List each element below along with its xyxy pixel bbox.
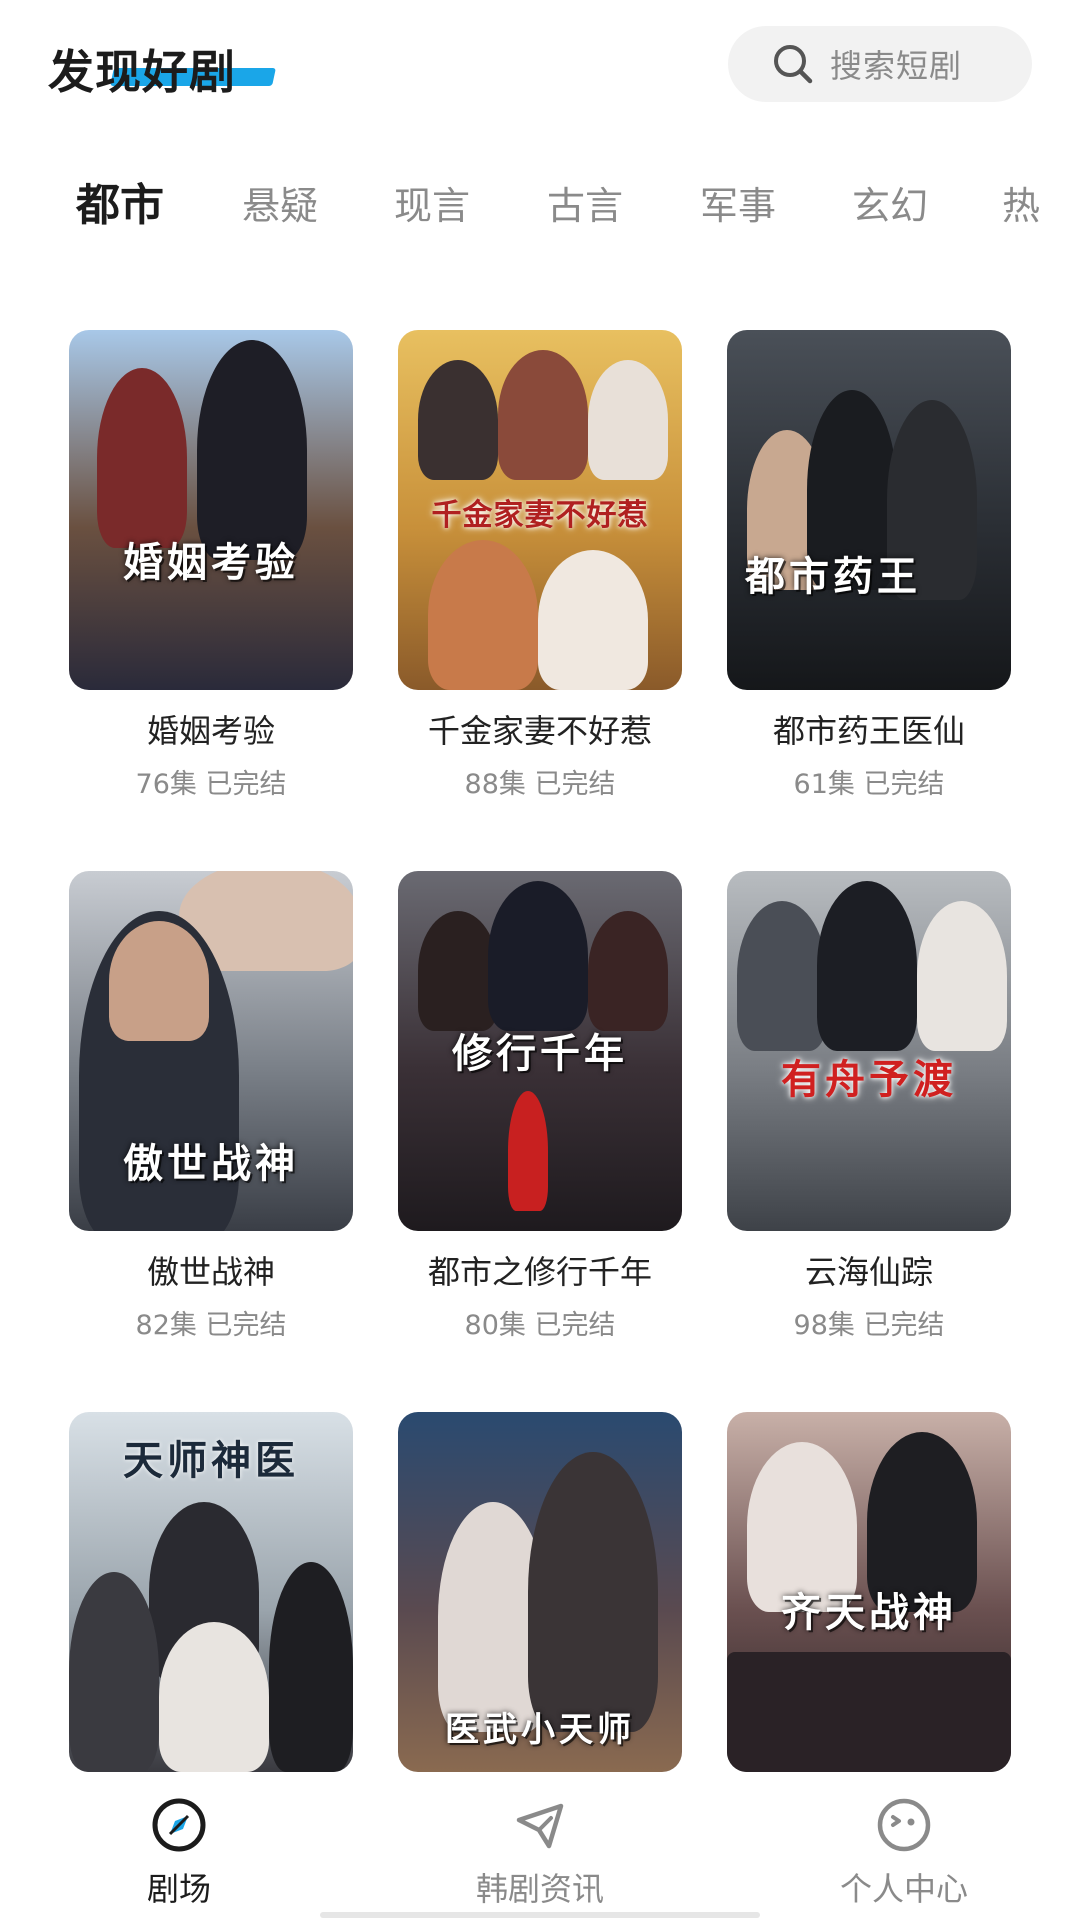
drama-meta: 82集 已完结: [69, 1303, 353, 1342]
episode-count: 98集: [793, 1310, 855, 1341]
drama-poster[interactable]: 千金家妻不好惹: [398, 330, 682, 690]
send-icon: [516, 1803, 564, 1849]
drama-meta: 61集 已完结: [727, 762, 1011, 801]
face-icon: [877, 1798, 931, 1852]
poster-title: 千金家妻不好惹: [431, 498, 649, 533]
drama-title: 千金家妻不好惹: [427, 712, 652, 750]
poster-title: 医武小天师: [445, 1710, 635, 1750]
poster-figure: [159, 1622, 269, 1772]
page-title: 发现好剧: [48, 45, 236, 99]
poster-title: 傲世战神: [123, 1140, 299, 1187]
nav-label: 剧场: [146, 1870, 211, 1908]
drama-card[interactable]: 齐天战神: [727, 1412, 1011, 1772]
category-tabs: 都市 悬疑 现言 古言 军事 玄幻 热: [0, 176, 1080, 236]
poster-figure: [418, 360, 498, 480]
drama-title: 傲世战神: [146, 1253, 275, 1291]
nav-label: 韩剧资讯: [475, 1870, 604, 1908]
tab-xuanyi[interactable]: 悬疑: [242, 176, 318, 236]
drama-title: 云海仙踪: [804, 1253, 933, 1291]
nav-item-profile[interactable]: 个人中心: [774, 1794, 1034, 1910]
poster-figure: [109, 921, 209, 1041]
drama-card[interactable]: 有舟予渡 云海仙踪 98集 已完结: [727, 871, 1011, 1342]
poster-figure: [817, 881, 917, 1051]
poster-figure: [97, 368, 187, 548]
drama-status: 已完结: [863, 769, 945, 800]
poster-figure: [917, 901, 1007, 1051]
drama-status: 已完结: [534, 1310, 616, 1341]
drama-poster[interactable]: 齐天战神: [727, 1412, 1011, 1772]
drama-status: 已完结: [205, 1310, 287, 1341]
nav-label: 个人中心: [839, 1870, 968, 1908]
drama-meta: 80集 已完结: [398, 1303, 682, 1342]
poster-title: 修行千年: [452, 1031, 628, 1077]
episode-count: 76集: [135, 769, 197, 800]
drama-card[interactable]: 婚姻考验 婚姻考验 76集 已完结: [69, 330, 353, 801]
poster-figure: [727, 1652, 1011, 1772]
drama-card[interactable]: 修行千年 都市之修行千年 80集 已完结: [398, 871, 682, 1342]
drama-poster[interactable]: 婚姻考验: [69, 330, 353, 690]
poster-figure: [538, 550, 648, 690]
drama-poster[interactable]: 医武小天师: [398, 1412, 682, 1772]
poster-title: 婚姻考验: [123, 539, 299, 586]
drama-poster[interactable]: 傲世战神: [69, 871, 353, 1231]
app-screen: 发现好剧 搜索短剧 都市 悬疑 现言 古言 军事 玄幻 热 婚姻考验 婚姻考验 …: [0, 0, 1080, 1920]
poster-title: 都市药王: [745, 553, 921, 600]
episode-count: 88集: [464, 769, 526, 800]
poster-figure: [488, 881, 588, 1031]
home-indicator: [320, 1912, 760, 1918]
compass-icon: [152, 1798, 206, 1852]
episode-count: 80集: [464, 1310, 526, 1341]
drama-title: 都市药王医仙: [772, 712, 965, 750]
poster-figure: [588, 360, 668, 480]
tab-dushi[interactable]: 都市: [76, 176, 164, 236]
poster-figure: [69, 1572, 159, 1772]
episode-count: 61集: [793, 769, 855, 800]
bottom-nav: 剧场 韩剧资讯 个人中心: [0, 1776, 1080, 1920]
tab-xianyan[interactable]: 现言: [394, 176, 470, 236]
poster-figure: [528, 1452, 658, 1732]
drama-card[interactable]: 医武小天师: [398, 1412, 682, 1772]
drama-card[interactable]: 都市药王 都市药王医仙 61集 已完结: [727, 330, 1011, 801]
poster-figure: [269, 1562, 353, 1772]
poster-figure: [418, 911, 498, 1031]
nav-item-theater[interactable]: 剧场: [49, 1794, 309, 1910]
drama-card[interactable]: 天师神医: [69, 1412, 353, 1772]
drama-meta: 98集 已完结: [727, 1303, 1011, 1342]
drama-card[interactable]: 傲世战神 傲世战神 82集 已完结: [69, 871, 353, 1342]
drama-status: 已完结: [534, 769, 616, 800]
drama-status: 已完结: [205, 769, 287, 800]
poster-title: 有舟予渡: [781, 1056, 957, 1103]
search-box[interactable]: 搜索短剧: [728, 26, 1032, 102]
drama-title: 都市之修行千年: [427, 1253, 652, 1291]
tab-junshi[interactable]: 军事: [700, 176, 776, 236]
drama-meta: 88集 已完结: [398, 762, 682, 801]
poster-figure: [508, 1091, 548, 1211]
drama-status: 已完结: [863, 1310, 945, 1341]
nav-item-news[interactable]: 韩剧资讯: [410, 1794, 670, 1910]
poster-figure: [737, 901, 827, 1051]
poster-title: 齐天战神: [781, 1589, 957, 1636]
drama-poster[interactable]: 都市药王: [727, 330, 1011, 690]
drama-poster[interactable]: 修行千年: [398, 871, 682, 1231]
search-placeholder: 搜索短剧: [830, 47, 963, 85]
tab-xuanhuan[interactable]: 玄幻: [852, 176, 928, 236]
drama-poster[interactable]: 有舟予渡: [727, 871, 1011, 1231]
drama-card[interactable]: 千金家妻不好惹 千金家妻不好惹 88集 已完结: [398, 330, 682, 801]
drama-poster[interactable]: 天师神医: [69, 1412, 353, 1772]
poster-figure: [428, 540, 538, 690]
drama-title: 婚姻考验: [146, 712, 275, 750]
poster-title: 天师神医: [123, 1437, 299, 1484]
drama-meta: 76集 已完结: [69, 762, 353, 801]
poster-figure: [498, 350, 588, 480]
episode-count: 82集: [135, 1310, 197, 1341]
header: 发现好剧 搜索短剧: [0, 0, 1080, 130]
poster-figure: [588, 911, 668, 1031]
poster-figure: [197, 340, 307, 560]
tab-re[interactable]: 热: [1002, 176, 1040, 236]
tab-guyan[interactable]: 古言: [547, 176, 623, 236]
search-icon: [772, 43, 814, 85]
drama-grid: 婚姻考验 婚姻考验 76集 已完结 千金家妻不好惹 千金家妻不好惹 88集 已完…: [0, 330, 1080, 1780]
